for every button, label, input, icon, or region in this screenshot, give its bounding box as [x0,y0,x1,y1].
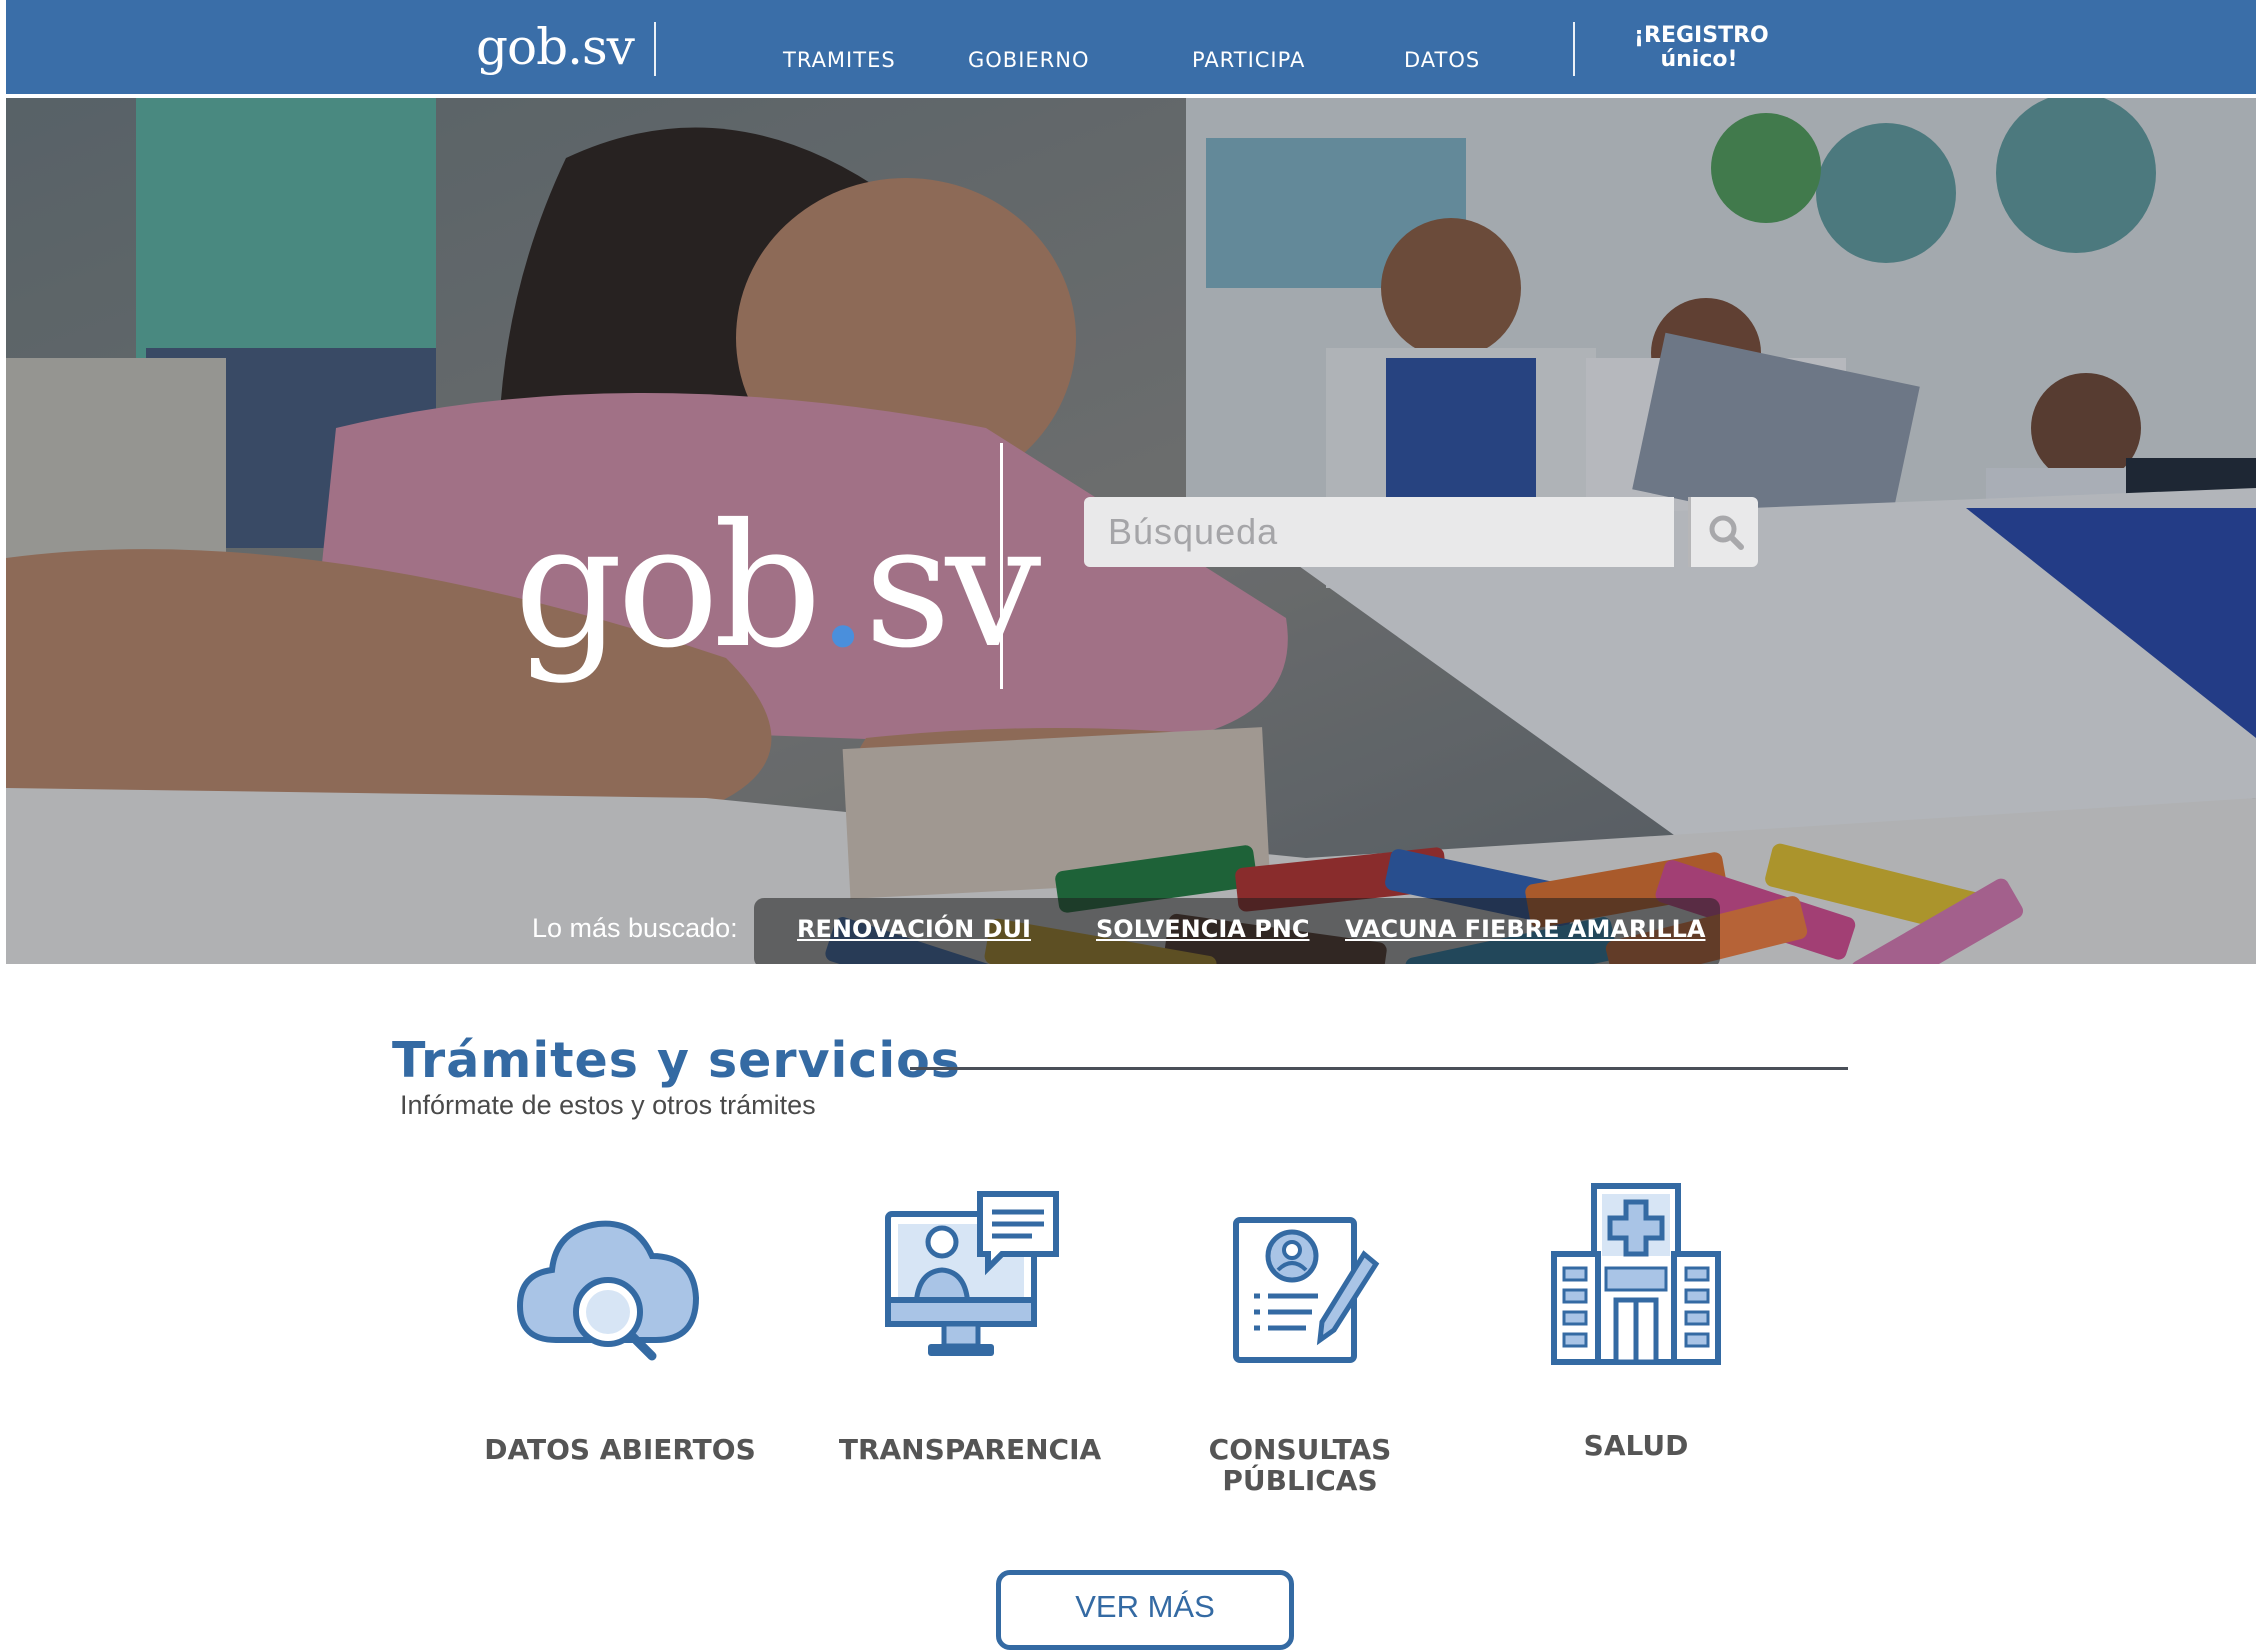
search-icon [1709,515,1744,550]
popular-link-renovacion-dui[interactable]: RENOVACIÓN DUI [797,915,1031,943]
hero-logo-main: gob [514,488,822,686]
hospital-icon[interactable] [1550,1182,1722,1366]
cloud-search-icon[interactable] [516,1200,702,1364]
hero-logo-tail: sv [864,488,1041,686]
registro-unico-button[interactable]: ¡REGISTRO único! [1634,23,1769,72]
popular-link-solvencia-pnc[interactable]: SOLVENCIA PNC [1096,915,1310,943]
nav-link-participa[interactable]: PARTICIPA [1192,48,1305,72]
section-title: Trámites y servicios [392,1032,961,1089]
section-title-rule [910,1067,1848,1070]
top-navigation-bar: gob.sv TRAMITES GOBIERNO PARTICIPA DATOS… [6,0,2256,96]
nav-logo[interactable]: gob.sv [476,18,635,76]
popular-searches-label: Lo más buscado: [532,913,738,943]
card-label-consultas-publicas[interactable]: CONSULTAS PÚBLICAS [1150,1434,1450,1496]
nav-divider-right [1573,22,1575,76]
nav-divider-left [654,22,656,76]
nav-link-gobierno[interactable]: GOBIERNO [968,48,1090,72]
card-label-transparencia[interactable]: TRANSPARENCIA [820,1434,1120,1465]
card-label-datos-abiertos[interactable]: DATOS ABIERTOS [470,1434,770,1465]
search-input[interactable] [1084,497,1674,567]
hero-logo: gob.sv [514,502,1041,672]
search-button[interactable] [1688,497,1758,567]
card-label-consultas-line2: PÚBLICAS [1222,1464,1378,1497]
card-label-salud[interactable]: SALUD [1486,1430,1786,1461]
ver-mas-button[interactable]: VER MÁS [996,1570,1294,1650]
nav-link-tramites[interactable]: TRAMITES [783,48,896,72]
hero-logo-dot: . [816,488,870,686]
hero-logo-divider [1000,443,1003,689]
registro-line2: único! [1660,47,1738,72]
popular-link-vacuna-fiebre-amarilla[interactable]: VACUNA FIEBRE AMARILLA [1345,915,1705,943]
registro-line1: ¡REGISTRO [1634,23,1769,48]
nav-link-datos[interactable]: DATOS [1404,48,1480,72]
section-subtitle: Infórmate de estos y otros trámites [400,1090,816,1120]
hero-banner: gob.sv Lo más buscado: RENOVACIÓN DUI SO… [6,98,2256,964]
card-label-consultas-line1: CONSULTAS [1208,1433,1392,1466]
monitor-chat-icon[interactable] [884,1190,1062,1368]
document-pen-icon[interactable] [1232,1214,1382,1366]
